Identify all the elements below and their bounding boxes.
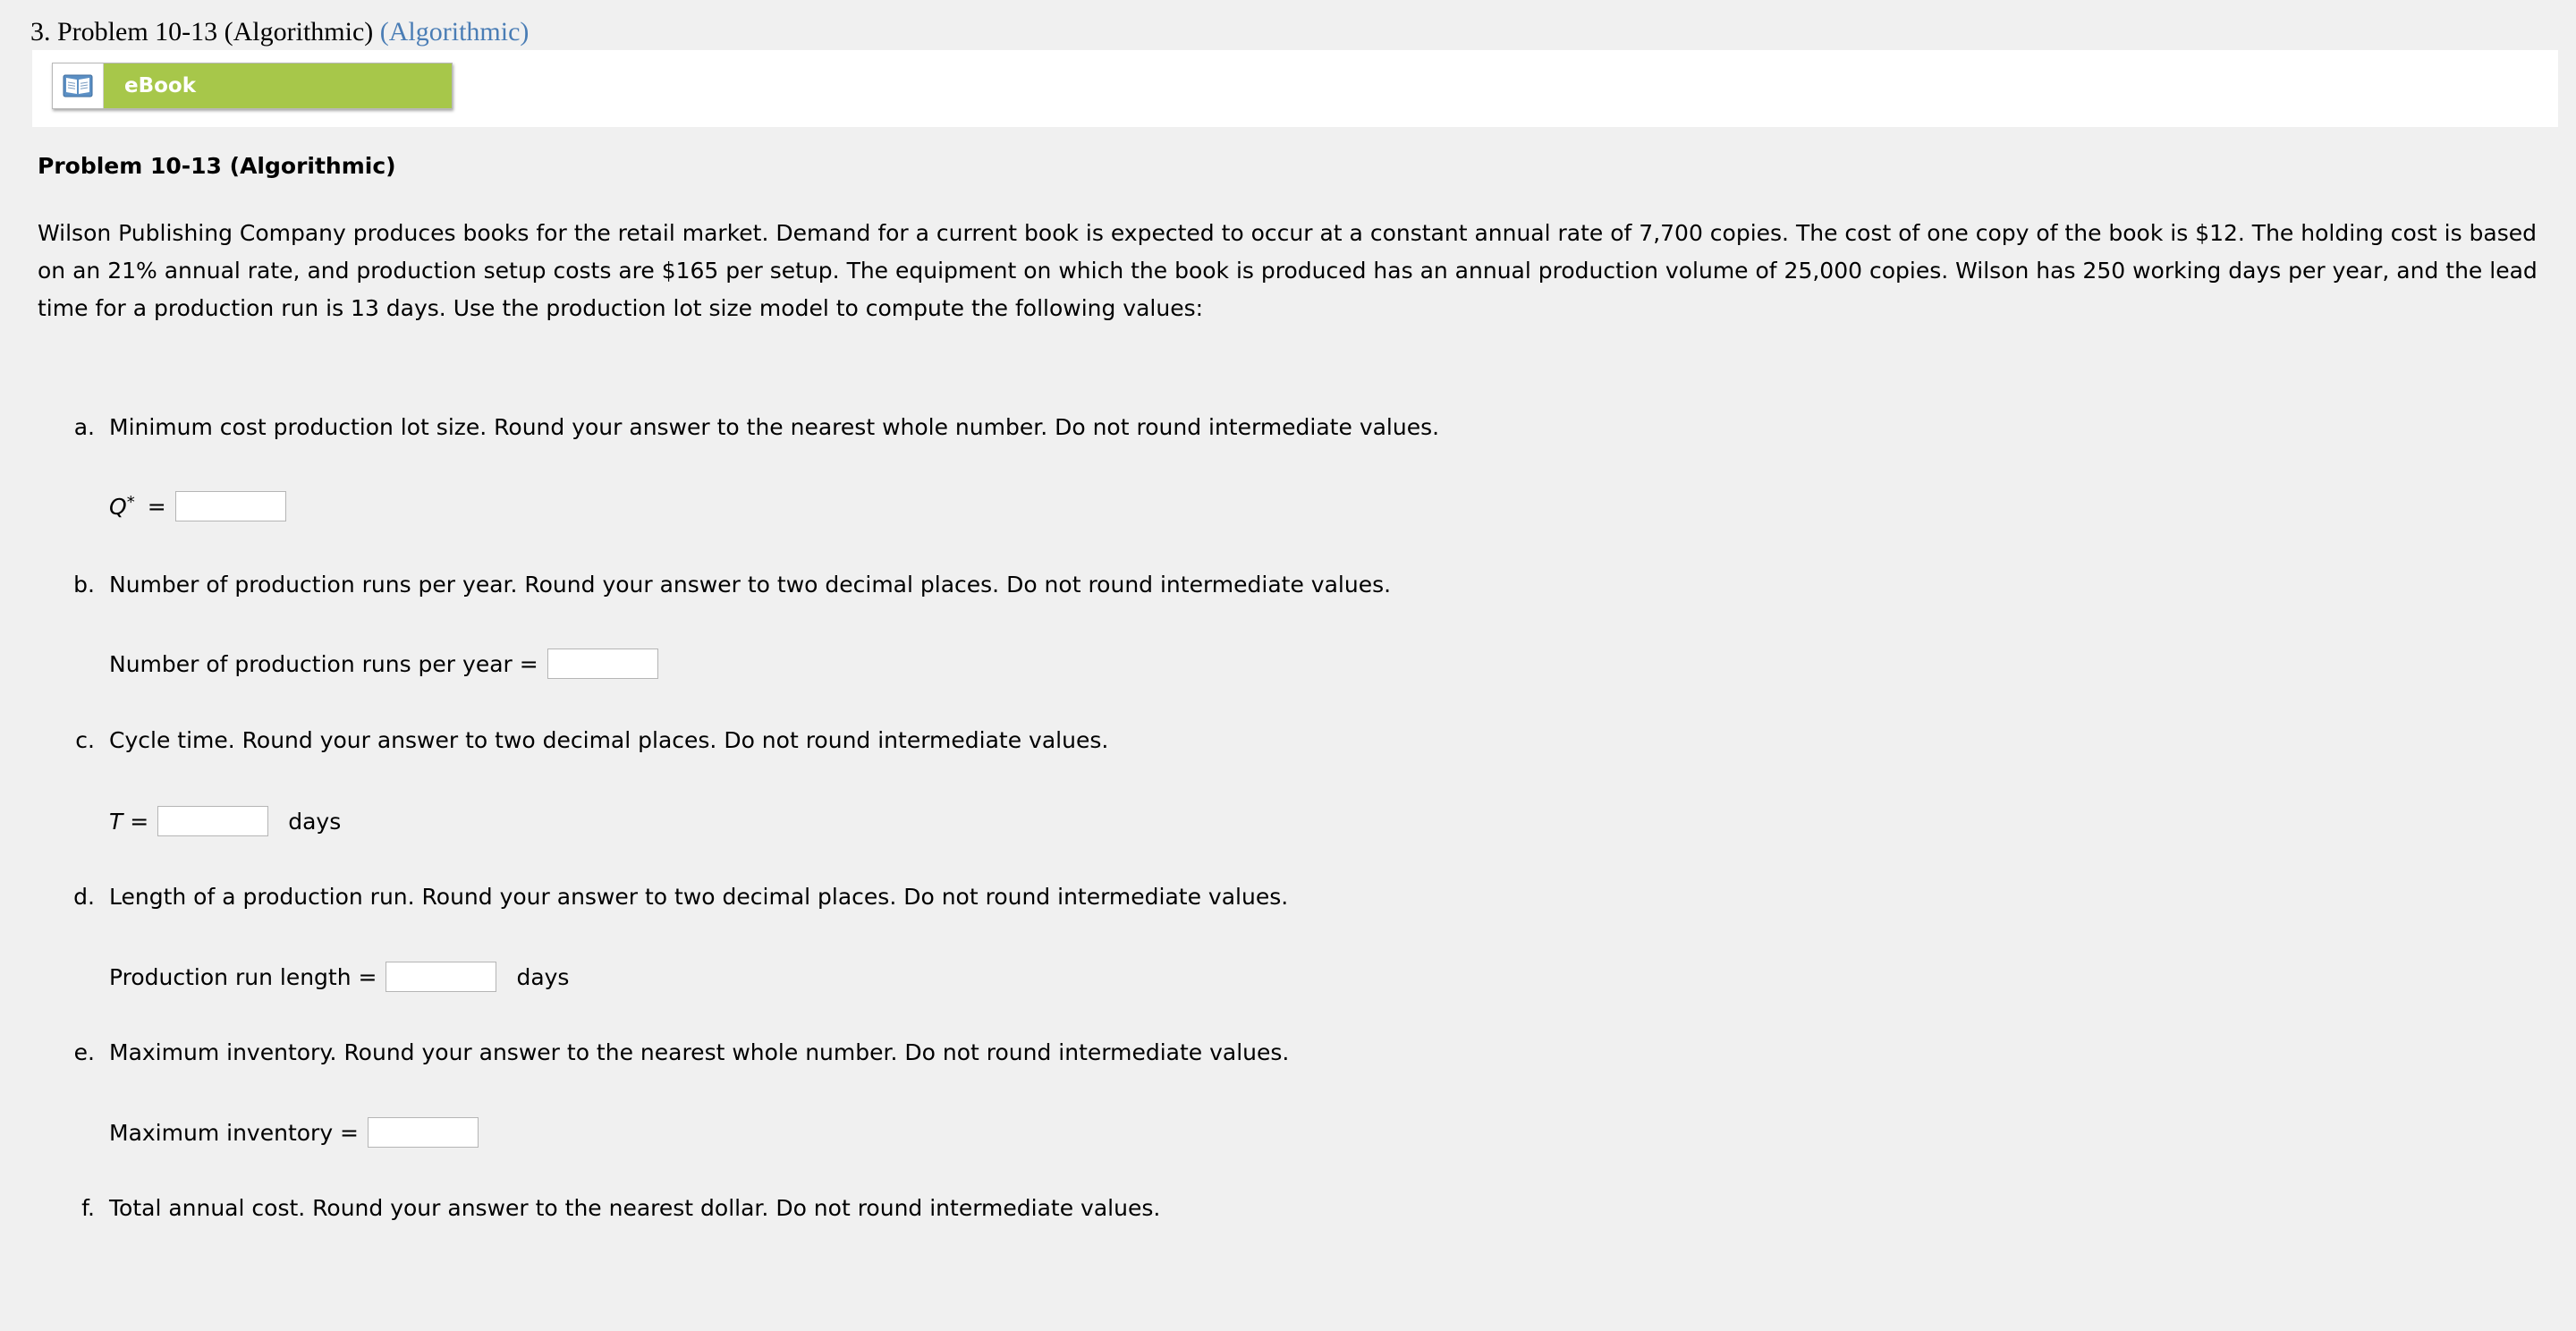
assignment-page: 3. Problem 10-13 (Algorithmic) (Algorith…	[0, 0, 2576, 1331]
run-length-label: Production run length =	[109, 963, 377, 990]
cycle-time-input[interactable]	[157, 806, 269, 836]
equals-sign: =	[147, 493, 166, 520]
q-symbol: Q	[109, 493, 127, 520]
ebook-button[interactable]: eBook	[52, 63, 453, 109]
part-question: Total annual cost. Round your answer to …	[109, 1195, 1161, 1221]
answer-row-q-star: Q * =	[109, 488, 286, 524]
answer-row-cycle-time: T = days	[109, 803, 341, 839]
question-number-title: 3. Problem 10-13 (Algorithmic)	[30, 17, 374, 47]
ebook-label: eBook	[124, 74, 197, 97]
part-question: Minimum cost production lot size. Round …	[109, 414, 1440, 440]
part-letter: c.	[75, 727, 95, 753]
answer-row-run-length: Production run length = days	[109, 959, 569, 995]
run-length-unit: days	[516, 963, 570, 990]
part-question: Cycle time. Round your answer to two dec…	[109, 727, 1109, 753]
part-question: Maximum inventory. Round your answer to …	[109, 1039, 1290, 1065]
equals-sign: =	[130, 808, 149, 835]
part-letter: b.	[73, 572, 95, 598]
answer-row-production-runs: Number of production runs per year =	[109, 646, 658, 682]
production-runs-input[interactable]	[547, 649, 658, 679]
algorithmic-link[interactable]: (Algorithmic)	[380, 17, 530, 47]
t-symbol: T	[109, 808, 123, 835]
part-question: Number of production runs per year. Roun…	[109, 572, 1392, 598]
part-letter: d.	[73, 884, 95, 910]
max-inventory-label: Maximum inventory =	[109, 1119, 360, 1146]
problem-title: Problem 10-13 (Algorithmic)	[38, 153, 396, 179]
run-length-input[interactable]	[386, 962, 497, 992]
part-letter: f.	[81, 1195, 95, 1221]
question-header: 3. Problem 10-13 (Algorithmic) (Algorith…	[30, 16, 529, 48]
cycle-time-unit: days	[288, 808, 342, 835]
production-runs-label: Number of production runs per year =	[109, 650, 538, 677]
answer-row-max-inventory: Maximum inventory =	[109, 1115, 479, 1150]
book-icon	[53, 64, 104, 108]
problem-statement: Wilson Publishing Company produces books…	[38, 220, 2538, 321]
part-letter: e.	[73, 1039, 95, 1065]
part-question: Length of a production run. Round your a…	[109, 884, 1289, 910]
part-letter: a.	[73, 414, 95, 440]
q-star-input[interactable]	[174, 491, 286, 521]
max-inventory-input[interactable]	[368, 1117, 479, 1148]
resource-toolbar: eBook	[32, 50, 2558, 127]
